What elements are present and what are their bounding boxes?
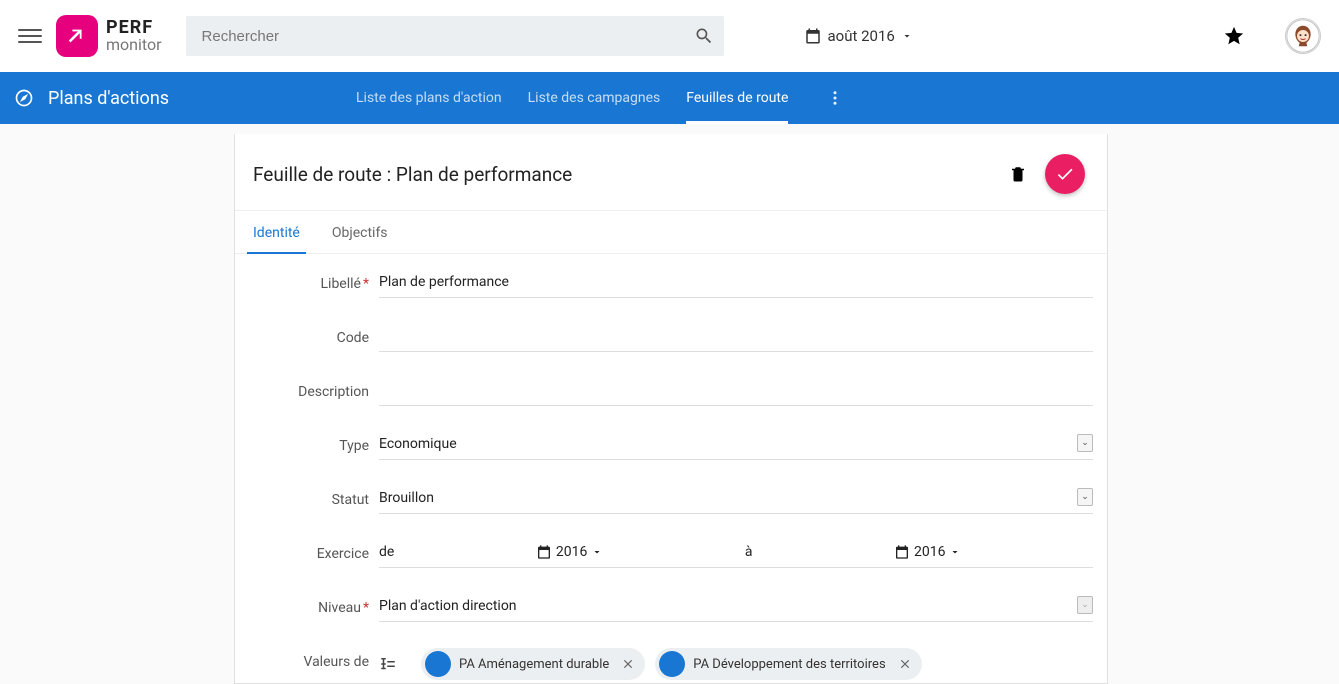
search-input[interactable] — [202, 28, 694, 45]
label-type: Type — [249, 438, 379, 454]
card-tabs: Identité Objectifs — [235, 211, 1107, 254]
field-exercice: de 2016 à 2016 — [379, 540, 1093, 568]
exercice-from-word: de — [379, 544, 394, 560]
section-title: Plans d'actions — [48, 88, 169, 109]
star-icon — [1223, 25, 1245, 47]
chevron-down-icon — [949, 546, 961, 558]
row-exercice: Exercice de 2016 à 2016 — [249, 540, 1093, 568]
label-statut: Statut — [249, 492, 379, 508]
field-valeurs: PA Aménagement durable PA Développement … — [379, 648, 1093, 683]
chip-label: PA Aménagement durable — [459, 657, 609, 672]
label-libelle: Libellé* — [249, 276, 379, 292]
row-valeurs: Valeurs de PA Aménagement durable — [249, 648, 1093, 683]
calendar-icon — [804, 27, 822, 45]
chip-label: PA Développement des territoires — [693, 657, 885, 672]
confirm-button[interactable] — [1045, 154, 1085, 194]
row-type: Type Economique ⌄ — [249, 432, 1093, 460]
period-label: août 2016 — [828, 27, 895, 45]
logo-text: PERF monitor — [106, 19, 162, 53]
more-vert-icon — [826, 89, 844, 107]
exercice-from-picker[interactable]: 2016 — [536, 544, 603, 560]
field-niveau[interactable]: Plan d'action direction ⌄ — [379, 594, 1093, 622]
chip-pa-amenagement[interactable]: PA Aménagement durable — [421, 648, 645, 680]
app-bar: PERF monitor août 2016 — [0, 0, 1339, 72]
field-type[interactable]: Economique ⌄ — [379, 432, 1093, 460]
check-icon — [1055, 164, 1075, 184]
row-description: Description — [249, 378, 1093, 406]
calendar-icon — [536, 544, 552, 560]
row-niveau: Niveau* Plan d'action direction ⌄ — [249, 594, 1093, 622]
chip-dot-icon — [659, 651, 685, 677]
tab-liste-campagnes[interactable]: Liste des campagnes — [528, 72, 661, 124]
calendar-icon — [894, 544, 910, 560]
field-statut[interactable]: Brouillon ⌄ — [379, 486, 1093, 514]
hierarchy-icon — [379, 655, 397, 673]
row-libelle: Libellé* Plan de performance — [249, 270, 1093, 298]
chip-pa-developpement[interactable]: PA Développement des territoires — [655, 648, 921, 680]
trash-icon — [1009, 164, 1027, 184]
hierarchy-button[interactable] — [379, 655, 397, 673]
card-header: Feuille de route : Plan de performance — [235, 134, 1107, 211]
label-description: Description — [249, 384, 379, 400]
search-icon[interactable] — [694, 26, 714, 46]
close-icon — [898, 657, 912, 671]
chevron-down-icon[interactable]: ⌄ — [1077, 596, 1093, 614]
search-field[interactable] — [186, 16, 724, 56]
chevron-down-icon[interactable]: ⌄ — [1077, 434, 1093, 452]
section-bar: Plans d'actions Liste des plans d'action… — [0, 72, 1339, 124]
label-code: Code — [249, 330, 379, 346]
tab-identite[interactable]: Identité — [247, 211, 306, 253]
compass-icon — [14, 88, 34, 108]
app-logo[interactable]: PERF monitor — [56, 15, 162, 57]
identity-form: Libellé* Plan de performance Code Descri… — [235, 254, 1107, 683]
section-tabs: Liste des plans d'action Liste des campa… — [356, 72, 844, 124]
chevron-down-icon — [901, 30, 913, 42]
favorite-button[interactable] — [1223, 25, 1245, 47]
roadmap-card: Feuille de route : Plan de performance I… — [234, 134, 1108, 684]
field-libelle[interactable]: Plan de performance — [379, 270, 1093, 298]
label-niveau: Niveau* — [249, 600, 379, 616]
row-code: Code — [249, 324, 1093, 352]
more-button[interactable] — [826, 89, 844, 107]
row-statut: Statut Brouillon ⌄ — [249, 486, 1093, 514]
label-exercice: Exercice — [249, 546, 379, 562]
exercice-to-word: à — [745, 544, 753, 560]
tab-objectifs[interactable]: Objectifs — [326, 211, 394, 253]
field-description[interactable] — [379, 378, 1093, 406]
label-valeurs: Valeurs de — [249, 648, 379, 670]
exercice-to-picker[interactable]: 2016 — [894, 544, 961, 560]
chevron-down-icon — [591, 546, 603, 558]
avatar-icon — [1286, 19, 1320, 53]
chevron-down-icon[interactable]: ⌄ — [1077, 488, 1093, 506]
chip-remove-button[interactable] — [617, 657, 639, 671]
field-code[interactable] — [379, 324, 1093, 352]
deployment-values-chips: PA Aménagement durable PA Développement … — [421, 648, 922, 680]
tab-liste-plans[interactable]: Liste des plans d'action — [356, 72, 502, 124]
chip-remove-button[interactable] — [894, 657, 916, 671]
page-title: Feuille de route : Plan de performance — [253, 163, 1009, 186]
close-icon — [621, 657, 635, 671]
delete-button[interactable] — [1009, 164, 1027, 184]
period-selector[interactable]: août 2016 — [804, 27, 913, 45]
logo-text-line2: monitor — [106, 37, 162, 53]
user-avatar[interactable] — [1285, 18, 1321, 54]
chip-dot-icon — [425, 651, 451, 677]
menu-button[interactable] — [18, 29, 42, 43]
tab-feuilles-route[interactable]: Feuilles de route — [686, 72, 788, 124]
logo-mark-icon — [56, 15, 98, 57]
